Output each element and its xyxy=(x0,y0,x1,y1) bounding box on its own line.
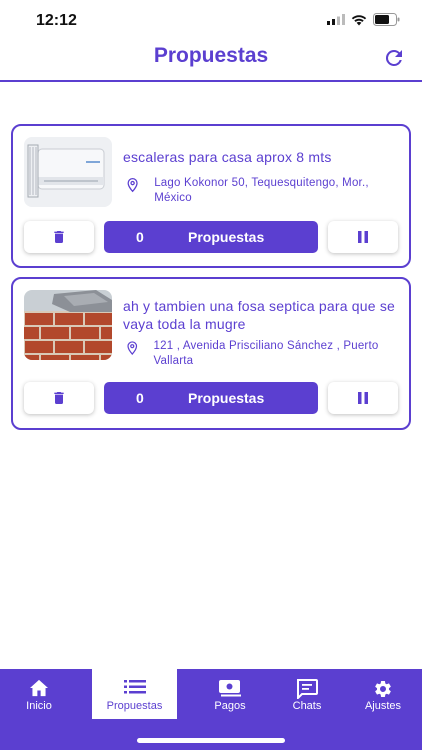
status-time: 12:12 xyxy=(36,12,77,29)
tab-pagos[interactable]: Pagos xyxy=(190,669,270,719)
card-actions: 0 Propuestas xyxy=(24,221,398,253)
location-row: Lago Kokonor 50, Tequesquitengo, Mor., M… xyxy=(125,176,397,206)
refresh-icon xyxy=(385,49,402,66)
proposal-card[interactable]: escaleras para casa aprox 8 mts Lago Kok… xyxy=(11,124,411,268)
pause-icon xyxy=(358,392,368,404)
pause-button[interactable] xyxy=(328,382,398,414)
proposals-label: Propuestas xyxy=(188,390,265,406)
proposals-button[interactable]: 0 Propuestas xyxy=(104,221,318,253)
tab-label: Pagos xyxy=(214,700,246,712)
card-thumbnail xyxy=(24,290,112,360)
proposals-label: Propuestas xyxy=(188,229,265,245)
status-icons xyxy=(327,13,400,26)
pause-icon xyxy=(358,231,368,243)
card-actions: 0 Propuestas xyxy=(24,382,398,414)
card-thumbnail xyxy=(24,137,112,207)
page-title: Propuestas xyxy=(153,44,269,67)
chat-icon xyxy=(297,679,318,699)
trash-icon xyxy=(54,392,64,404)
header: Propuestas xyxy=(0,40,422,82)
home-icon xyxy=(30,679,48,697)
delete-button[interactable] xyxy=(24,382,94,414)
location-text: Lago Kokonor 50, Tequesquitengo, Mor., M… xyxy=(154,177,369,204)
wifi-icon xyxy=(351,14,367,25)
proposals-count: 0 xyxy=(136,229,144,245)
location-pin-icon xyxy=(127,341,138,355)
tab-inicio[interactable]: Inicio xyxy=(0,669,78,719)
trash-icon xyxy=(54,231,64,243)
tab-label: Chats xyxy=(292,700,322,712)
gear-icon xyxy=(375,681,391,697)
location-row: 121 , Avenida Prisciliano Sánchez , Puer… xyxy=(125,339,397,369)
card-title: escaleras para casa aprox 8 mts xyxy=(123,149,332,165)
proposal-card[interactable]: ah y tambien una fosa septica para que s… xyxy=(11,277,411,430)
refresh-button[interactable] xyxy=(382,46,406,70)
battery-icon xyxy=(373,13,400,26)
delete-button[interactable] xyxy=(24,221,94,253)
payment-icon xyxy=(219,680,241,697)
list-icon xyxy=(123,680,146,694)
signal-icon xyxy=(327,14,345,25)
tab-label: Inicio xyxy=(26,700,52,712)
tab-chats[interactable]: Chats xyxy=(268,669,346,719)
location-pin-icon xyxy=(127,178,138,193)
tab-ajustes[interactable]: Ajustes xyxy=(344,669,422,719)
proposals-button[interactable]: 0 Propuestas xyxy=(104,382,318,414)
proposals-count: 0 xyxy=(136,390,144,406)
pause-button[interactable] xyxy=(328,221,398,253)
tab-label: Ajustes xyxy=(364,700,402,712)
home-indicator xyxy=(137,738,285,743)
card-title: ah y tambien una fosa septica para que s… xyxy=(123,298,396,332)
tab-propuestas[interactable]: Propuestas xyxy=(92,669,177,719)
status-bar: 12:12 xyxy=(0,0,422,40)
location-text: 121 , Avenida Prisciliano Sánchez , Puer… xyxy=(153,340,379,367)
tab-label: Propuestas xyxy=(106,700,163,712)
